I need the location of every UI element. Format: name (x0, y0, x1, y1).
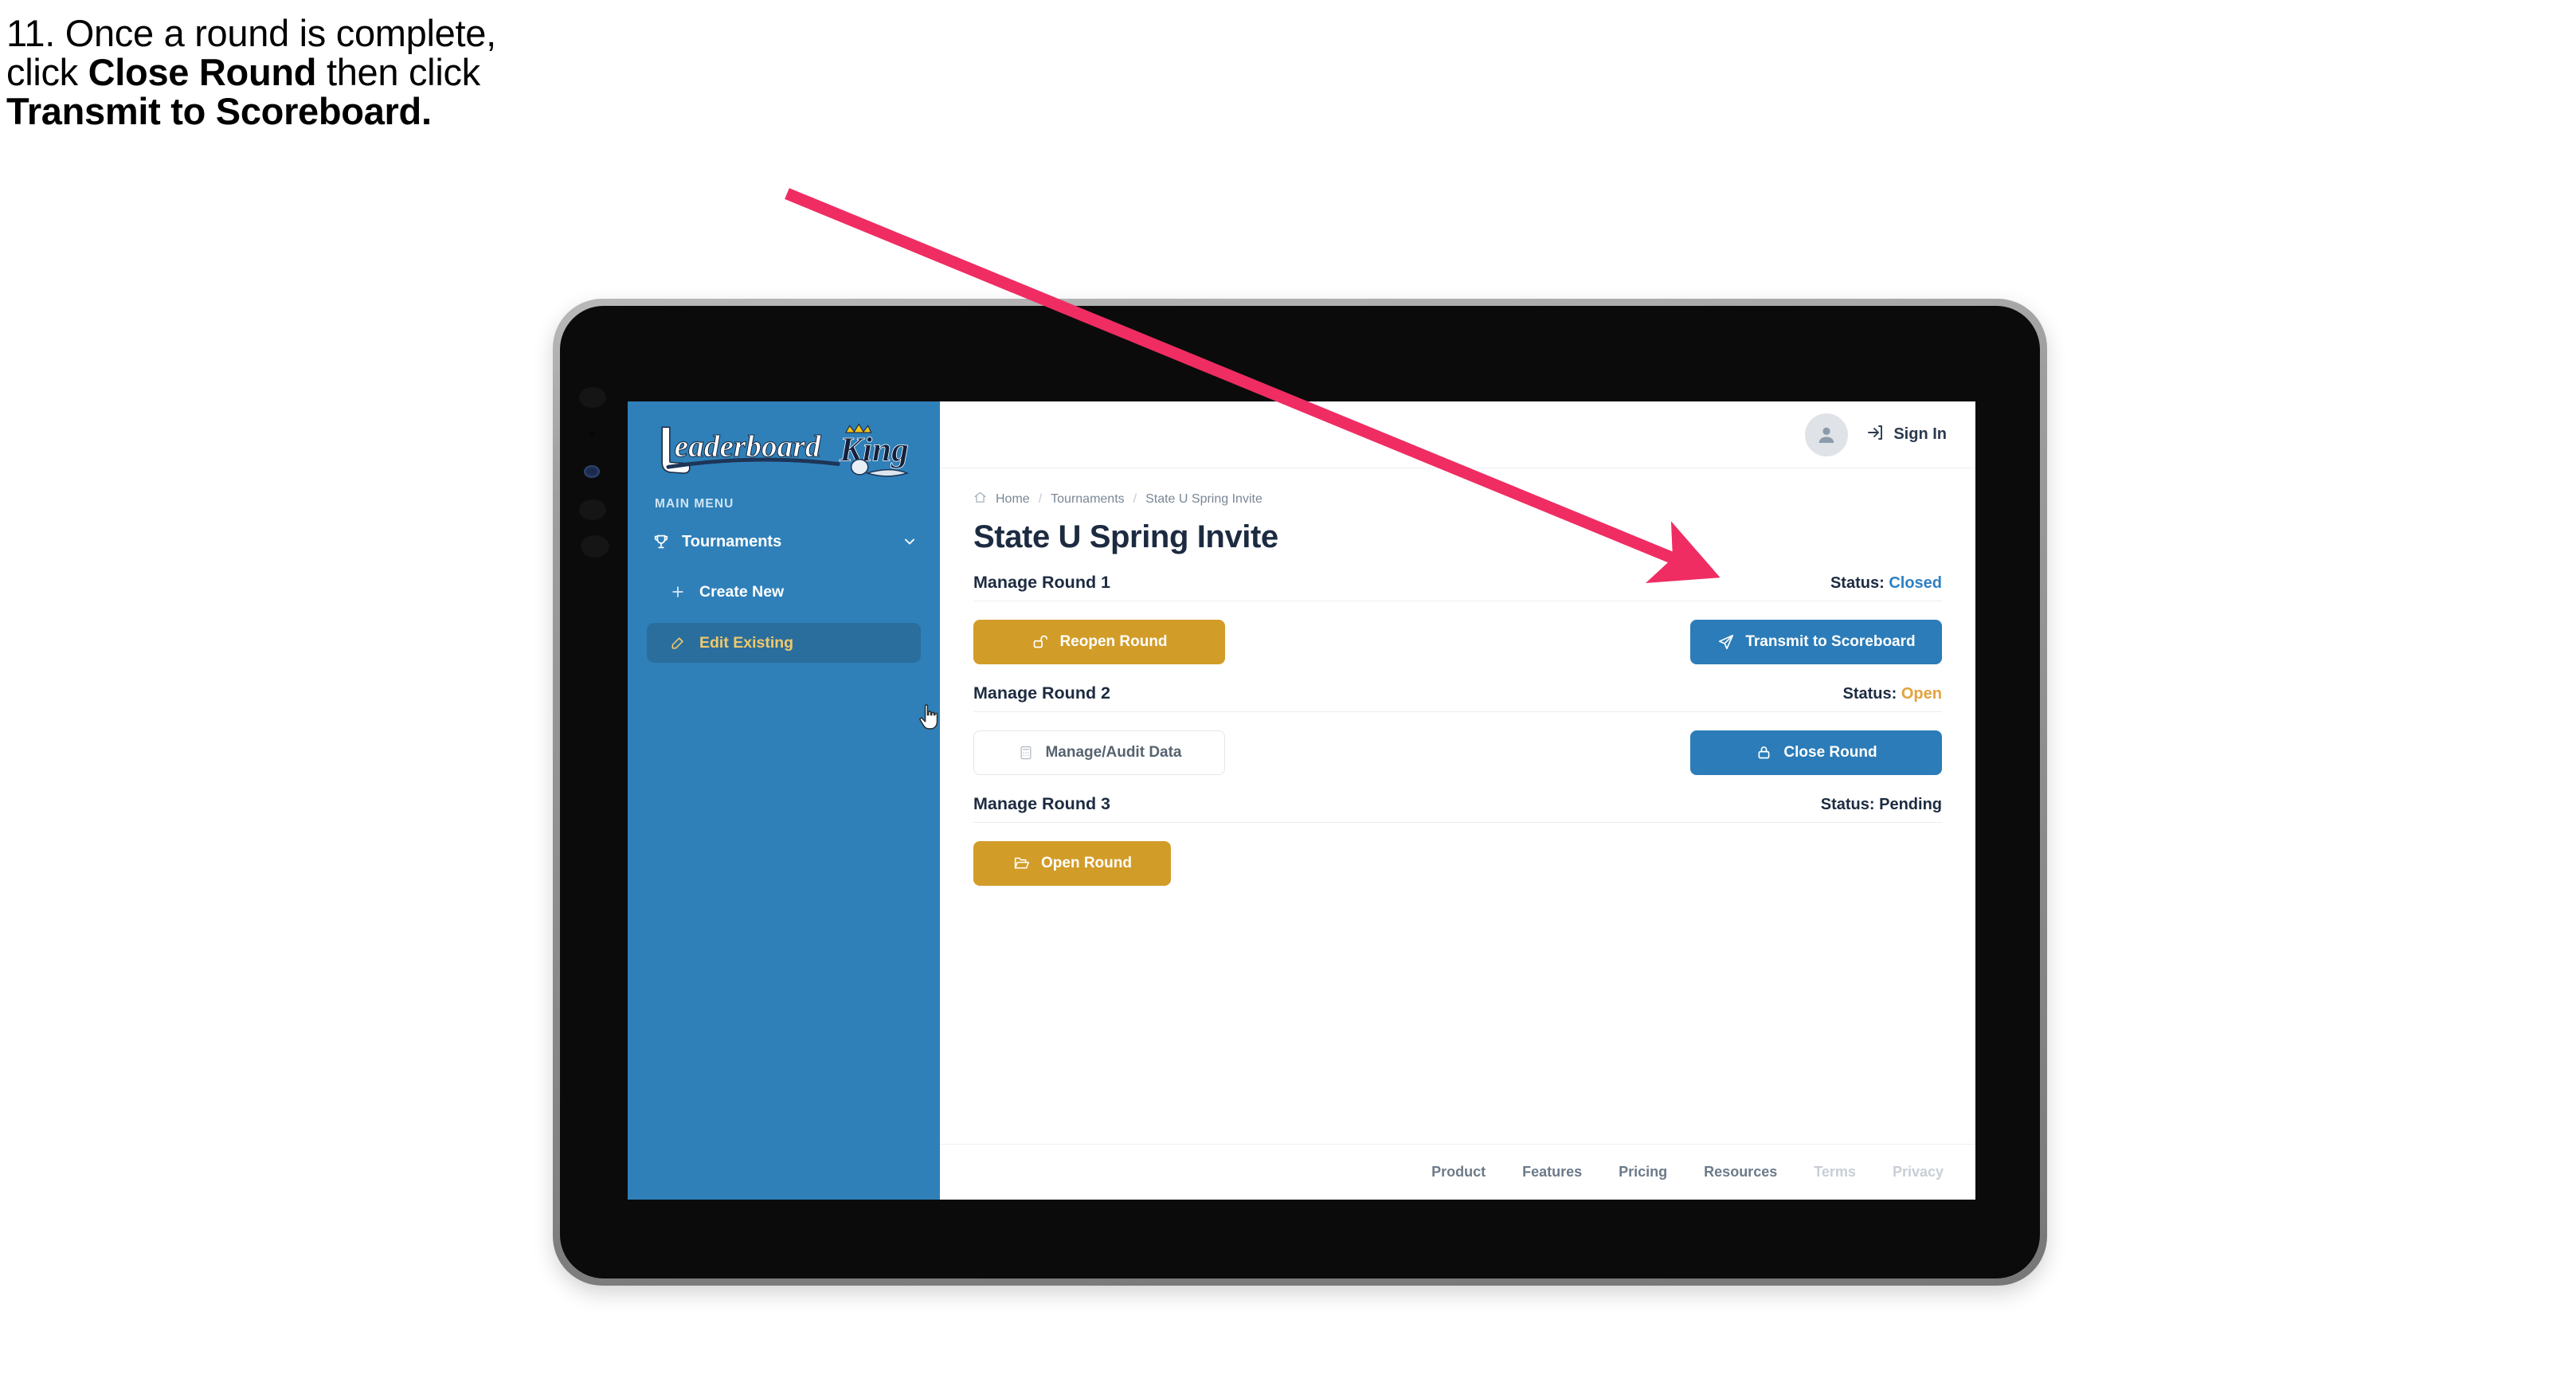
round-section-1: Manage Round 1 Status: Closed Reopen Rou… (973, 573, 1942, 668)
caption-line-1: 11. Once a round is complete, (6, 12, 496, 54)
footer-link-terms[interactable]: Terms (1814, 1164, 1856, 1180)
footer-link-pricing[interactable]: Pricing (1619, 1164, 1667, 1180)
round-section-2: Manage Round 2 Status: Open Manage/Audit… (973, 683, 1942, 778)
plus-icon (669, 583, 687, 601)
round-3-status-value: Pending (1879, 796, 1942, 813)
chevron-down-icon[interactable] (900, 532, 919, 551)
round-2-actions: Manage/Audit Data Close Round (973, 711, 1942, 778)
svg-text:King: King (839, 431, 909, 469)
round-3-status-label: Status: (1820, 796, 1875, 813)
app-logo[interactable]: eaderboard King (628, 401, 940, 489)
open-round-label: Open Round (1041, 854, 1132, 871)
round-1-status-label: Status: (1830, 574, 1885, 592)
tablet-bezel: eaderboard King MAIN MENU Tournaments Cr… (560, 306, 2040, 1278)
lock-icon (1755, 743, 1773, 762)
breadcrumb-separator: / (1133, 492, 1137, 506)
round-2-status-value: Open (1901, 685, 1942, 703)
bezel-speaker-icon (579, 387, 606, 408)
leaderboard-king-logo-icon: eaderboard King (661, 423, 909, 477)
breadcrumb: Home / Tournaments / State U Spring Invi… (973, 491, 1942, 511)
manage-audit-data-label: Manage/Audit Data (1045, 743, 1182, 761)
sidebar-item-create-new-label: Create New (699, 582, 785, 601)
round-2-status: Status: Open (1843, 685, 1942, 703)
round-1-title: Manage Round 1 (973, 573, 1111, 592)
caption-line-2-post: then click (316, 50, 480, 93)
footer-link-resources[interactable]: Resources (1704, 1164, 1777, 1180)
round-2-status-label: Status: (1842, 685, 1897, 703)
sidebar-item-tournaments[interactable]: Tournaments (628, 523, 940, 561)
calculator-icon (1016, 743, 1035, 762)
footer: Product Features Pricing Resources Terms… (940, 1144, 1975, 1200)
sidebar-item-create-new[interactable]: Create New (647, 572, 921, 612)
footer-link-product[interactable]: Product (1431, 1164, 1486, 1180)
round-3-header: Manage Round 3 Status: Pending (973, 794, 1942, 822)
open-round-button[interactable]: Open Round (973, 840, 1171, 886)
breadcrumb-separator: / (1038, 492, 1043, 506)
bezel-sensor-icon (589, 431, 595, 437)
round-3-status: Status: Pending (1821, 796, 1942, 814)
close-round-button[interactable]: Close Round (1690, 730, 1942, 775)
round-2-title: Manage Round 2 (973, 683, 1111, 703)
breadcrumb-item-current: State U Spring Invite (1145, 492, 1263, 506)
breadcrumb-item-tournaments[interactable]: Tournaments (1051, 492, 1125, 507)
mouse-pointer-hand-icon (919, 704, 938, 730)
sidebar-item-edit-existing-label: Edit Existing (699, 633, 794, 652)
main-panel: Sign In Home / Tournaments / State U Spr… (940, 401, 1975, 1200)
reopen-round-label: Reopen Round (1059, 632, 1168, 650)
footer-link-privacy[interactable]: Privacy (1893, 1164, 1944, 1180)
bezel-button-upper-icon (579, 499, 606, 520)
reopen-round-button[interactable]: Reopen Round (973, 619, 1225, 664)
bezel-camera-icon (584, 465, 600, 478)
home-icon (973, 491, 987, 508)
footer-link-features[interactable]: Features (1522, 1164, 1582, 1180)
caption-line-2: click Close Round then click (6, 53, 867, 92)
folder-open-icon (1012, 854, 1031, 872)
round-1-actions: Reopen Round Transmit to Scoreboard (973, 601, 1942, 668)
trophy-icon (652, 532, 671, 551)
sidebar-item-edit-existing[interactable]: Edit Existing (647, 623, 921, 663)
paper-plane-icon (1717, 632, 1735, 651)
manage-audit-data-button[interactable]: Manage/Audit Data (973, 730, 1225, 775)
sign-in-arrow-icon (1865, 423, 1885, 447)
sidebar-section-label: MAIN MENU (655, 497, 734, 511)
round-2-header: Manage Round 2 Status: Open (973, 683, 1942, 711)
bezel-button-lower-icon (581, 535, 609, 558)
breadcrumb-item-home[interactable]: Home (996, 492, 1030, 507)
round-1-status-value: Closed (1889, 574, 1942, 592)
round-1-status: Status: Closed (1830, 574, 1942, 593)
caption-close-round-emphasis: Close Round (88, 50, 317, 93)
transmit-to-scoreboard-button[interactable]: Transmit to Scoreboard (1690, 619, 1942, 664)
pencil-square-icon (669, 634, 687, 652)
sidebar-item-tournaments-label: Tournaments (682, 532, 782, 550)
content-area: Home / Tournaments / State U Spring Invi… (940, 468, 1975, 1144)
user-avatar-icon[interactable] (1805, 413, 1849, 456)
screenshot-root: 11. Once a round is complete, click Clos… (0, 0, 2576, 1386)
transmit-to-scoreboard-label: Transmit to Scoreboard (1745, 632, 1916, 650)
caption-line-3: Transmit to Scoreboard. (6, 92, 867, 131)
instruction-caption: 11. Once a round is complete, click Clos… (6, 14, 867, 131)
caption-line-2-pre: click (6, 50, 88, 93)
top-bar: Sign In (940, 401, 1975, 468)
close-round-label: Close Round (1783, 743, 1877, 761)
caption-transmit-emphasis: Transmit to Scoreboard. (6, 89, 432, 132)
tablet-device-frame: eaderboard King MAIN MENU Tournaments Cr… (553, 299, 2047, 1286)
sidebar: eaderboard King MAIN MENU Tournaments Cr… (628, 401, 940, 1200)
sign-in-label: Sign In (1893, 425, 1947, 443)
round-1-header: Manage Round 1 Status: Closed (973, 573, 1942, 601)
sign-in-button[interactable]: Sign In (1865, 423, 1947, 447)
round-section-3: Manage Round 3 Status: Pending Open Roun… (973, 794, 1942, 889)
unlock-icon (1031, 632, 1049, 651)
round-3-title: Manage Round 3 (973, 794, 1111, 813)
app-screen: eaderboard King MAIN MENU Tournaments Cr… (628, 401, 1975, 1200)
round-3-actions: Open Round (973, 822, 1942, 889)
page-title: State U Spring Invite (973, 519, 1278, 554)
